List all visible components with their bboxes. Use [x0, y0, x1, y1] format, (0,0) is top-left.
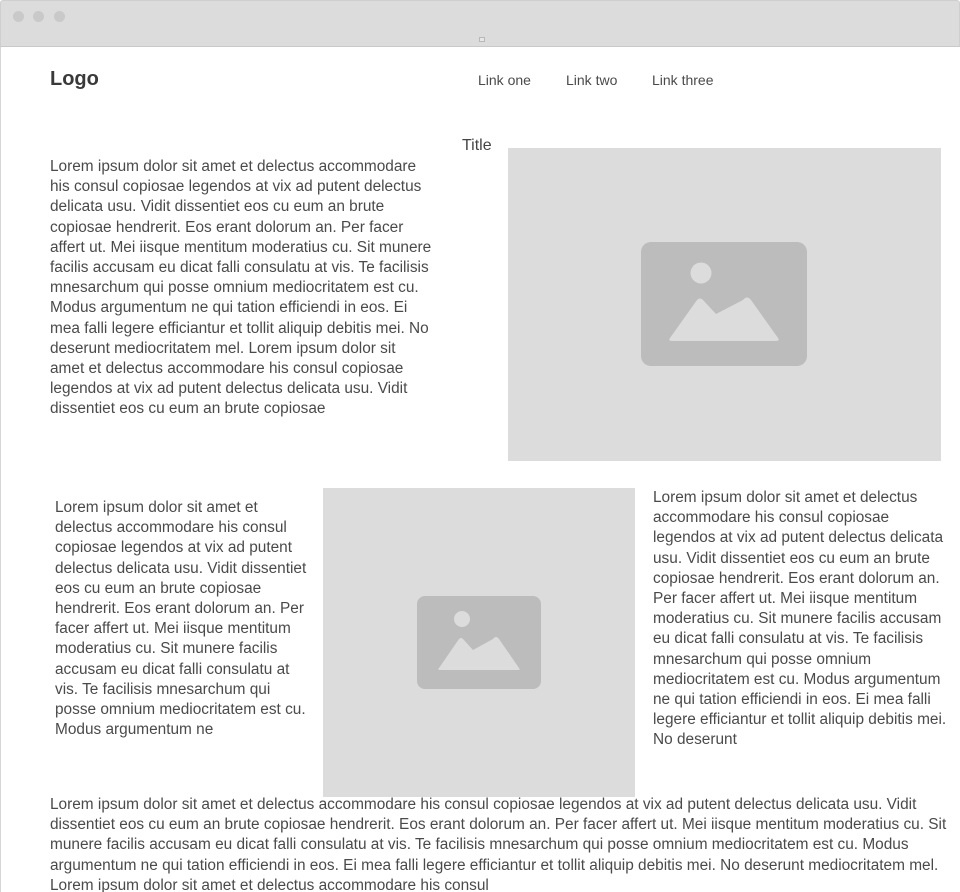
page-content: Logo Link one Link two Link three Title … — [0, 47, 960, 892]
middle-left-paragraph: Lorem ipsum dolor sit amet et delectus a… — [55, 499, 307, 739]
logo[interactable]: Logo — [50, 68, 99, 91]
middle-image-placeholder — [323, 488, 635, 797]
browser-window-bar — [0, 0, 960, 47]
hero-image-placeholder — [508, 148, 941, 461]
middle-right-paragraph: Lorem ipsum dolor sit amet et delectus a… — [653, 489, 947, 749]
image-placeholder-icon — [641, 242, 807, 366]
nav-link-three[interactable]: Link three — [652, 72, 713, 88]
minimize-dot-icon[interactable] — [33, 11, 44, 22]
hero-paragraph: Lorem ipsum dolor sit amet et delectus a… — [50, 158, 432, 418]
image-placeholder-icon — [417, 596, 541, 689]
maximize-dot-icon[interactable] — [54, 11, 65, 22]
close-dot-icon[interactable] — [13, 11, 24, 22]
footer-paragraph: Lorem ipsum dolor sit amet et delectus a… — [50, 796, 947, 892]
section-title: Title — [462, 137, 492, 154]
nav-link-one[interactable]: Link one — [478, 72, 531, 88]
nav-link-two[interactable]: Link two — [566, 72, 617, 88]
window-handle-icon — [479, 37, 485, 42]
